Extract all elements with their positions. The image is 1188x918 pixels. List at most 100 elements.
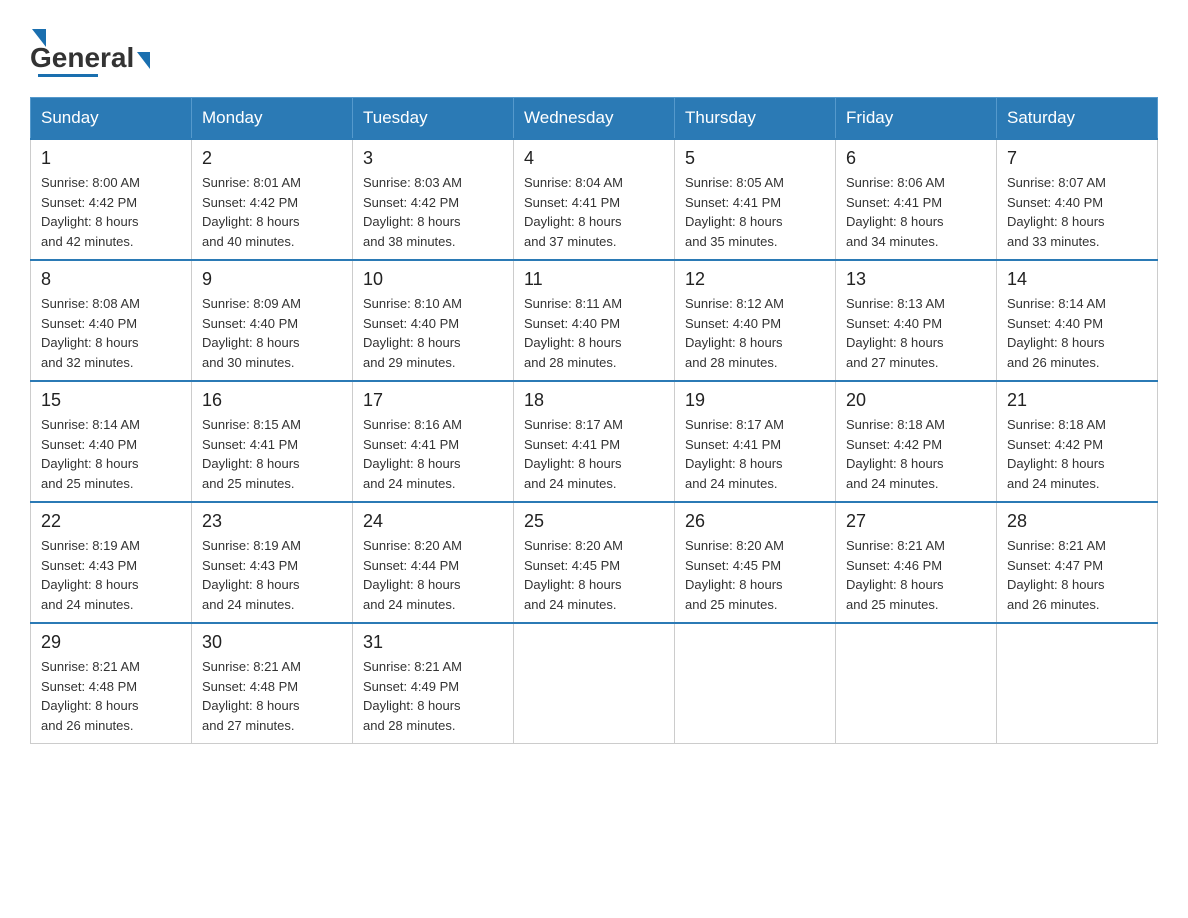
day-number: 28: [1007, 511, 1147, 532]
day-number: 14: [1007, 269, 1147, 290]
calendar-cell: 25Sunrise: 8:20 AMSunset: 4:45 PMDayligh…: [514, 502, 675, 623]
day-info: Sunrise: 8:19 AMSunset: 4:43 PMDaylight:…: [41, 536, 181, 614]
calendar-cell: 26 Sunrise: 8:20 AMSunset: 4:45 PMDayligh…: [675, 502, 836, 623]
week-row-3: 15Sunrise: 8:14 AMSunset: 4:40 PMDayligh…: [31, 381, 1158, 502]
calendar-cell: 5 Sunrise: 8:05 AMSunset: 4:41 PMDaylight…: [675, 139, 836, 260]
calendar-cell: 4 Sunrise: 8:04 AMSunset: 4:41 PMDaylight…: [514, 139, 675, 260]
day-info: Sunrise: 8:15 AMSunset: 4:41 PMDaylight:…: [202, 415, 342, 493]
day-number: 6: [846, 148, 986, 169]
calendar-cell: 23 Sunrise: 8:19 AMSunset: 4:43 PMDayligh…: [192, 502, 353, 623]
day-number: 30: [202, 632, 342, 653]
calendar-cell: 18Sunrise: 8:17 AMSunset: 4:41 PMDayligh…: [514, 381, 675, 502]
calendar-cell: 1 Sunrise: 8:00 AMSunset: 4:42 PMDaylight…: [31, 139, 192, 260]
day-number: 24: [363, 511, 503, 532]
calendar-cell: [675, 623, 836, 744]
calendar-table: SundayMondayTuesdayWednesdayThursdayFrid…: [30, 97, 1158, 744]
day-info: Sunrise: 8:10 AMSunset: 4:40 PMDaylight:…: [363, 294, 503, 372]
day-info: Sunrise: 8:17 AMSunset: 4:41 PMDaylight:…: [524, 415, 664, 493]
day-number: 5: [685, 148, 825, 169]
day-number: 12: [685, 269, 825, 290]
day-info: Sunrise: 8:03 AMSunset: 4:42 PMDaylight:…: [363, 173, 503, 251]
day-number: 2: [202, 148, 342, 169]
calendar-cell: 21Sunrise: 8:18 AMSunset: 4:42 PMDayligh…: [997, 381, 1158, 502]
calendar-cell: 8Sunrise: 8:08 AMSunset: 4:40 PMDaylight…: [31, 260, 192, 381]
day-number: 16: [202, 390, 342, 411]
day-number: 11: [524, 269, 664, 290]
page-header: General: [30, 20, 1158, 77]
col-header-friday: Friday: [836, 98, 997, 140]
calendar-cell: 3 Sunrise: 8:03 AMSunset: 4:42 PMDaylight…: [353, 139, 514, 260]
calendar-cell: 15Sunrise: 8:14 AMSunset: 4:40 PMDayligh…: [31, 381, 192, 502]
calendar-cell: 12 Sunrise: 8:12 AMSunset: 4:40 PMDayligh…: [675, 260, 836, 381]
day-info: Sunrise: 8:04 AMSunset: 4:41 PMDaylight:…: [524, 173, 664, 251]
day-number: 19: [685, 390, 825, 411]
day-number: 26: [685, 511, 825, 532]
day-number: 22: [41, 511, 181, 532]
calendar-cell: 29Sunrise: 8:21 AMSunset: 4:48 PMDayligh…: [31, 623, 192, 744]
col-header-saturday: Saturday: [997, 98, 1158, 140]
day-info: Sunrise: 8:21 AMSunset: 4:46 PMDaylight:…: [846, 536, 986, 614]
day-info: Sunrise: 8:20 AMSunset: 4:45 PMDaylight:…: [685, 536, 825, 614]
day-info: Sunrise: 8:16 AMSunset: 4:41 PMDaylight:…: [363, 415, 503, 493]
calendar-cell: 31 Sunrise: 8:21 AMSunset: 4:49 PMDayligh…: [353, 623, 514, 744]
col-header-tuesday: Tuesday: [353, 98, 514, 140]
col-header-thursday: Thursday: [675, 98, 836, 140]
day-info: Sunrise: 8:05 AMSunset: 4:41 PMDaylight:…: [685, 173, 825, 251]
calendar-cell: 14 Sunrise: 8:14 AMSunset: 4:40 PMDayligh…: [997, 260, 1158, 381]
day-number: 23: [202, 511, 342, 532]
col-header-wednesday: Wednesday: [514, 98, 675, 140]
day-info: Sunrise: 8:08 AMSunset: 4:40 PMDaylight:…: [41, 294, 181, 372]
logo-chevron-icon: [137, 52, 150, 69]
day-info: Sunrise: 8:21 AMSunset: 4:47 PMDaylight:…: [1007, 536, 1147, 614]
calendar-cell: 30 Sunrise: 8:21 AMSunset: 4:48 PMDayligh…: [192, 623, 353, 744]
day-info: Sunrise: 8:00 AMSunset: 4:42 PMDaylight:…: [41, 173, 181, 251]
day-info: Sunrise: 8:06 AMSunset: 4:41 PMDaylight:…: [846, 173, 986, 251]
day-info: Sunrise: 8:11 AMSunset: 4:40 PMDaylight:…: [524, 294, 664, 372]
day-info: Sunrise: 8:14 AMSunset: 4:40 PMDaylight:…: [1007, 294, 1147, 372]
day-info: Sunrise: 8:21 AMSunset: 4:49 PMDaylight:…: [363, 657, 503, 735]
calendar-cell: 20Sunrise: 8:18 AMSunset: 4:42 PMDayligh…: [836, 381, 997, 502]
day-info: Sunrise: 8:19 AMSunset: 4:43 PMDaylight:…: [202, 536, 342, 614]
col-header-sunday: Sunday: [31, 98, 192, 140]
calendar-cell: 13Sunrise: 8:13 AMSunset: 4:40 PMDayligh…: [836, 260, 997, 381]
logo-general-2: General: [30, 42, 134, 74]
calendar-cell: 16 Sunrise: 8:15 AMSunset: 4:41 PMDayligh…: [192, 381, 353, 502]
day-number: 17: [363, 390, 503, 411]
calendar-cell: [997, 623, 1158, 744]
calendar-cell: 6 Sunrise: 8:06 AMSunset: 4:41 PMDaylight…: [836, 139, 997, 260]
day-number: 3: [363, 148, 503, 169]
week-row-2: 8Sunrise: 8:08 AMSunset: 4:40 PMDaylight…: [31, 260, 1158, 381]
col-header-monday: Monday: [192, 98, 353, 140]
logo-underline: [38, 74, 98, 77]
day-number: 31: [363, 632, 503, 653]
day-info: Sunrise: 8:21 AMSunset: 4:48 PMDaylight:…: [202, 657, 342, 735]
day-number: 7: [1007, 148, 1147, 169]
week-row-1: 1 Sunrise: 8:00 AMSunset: 4:42 PMDaylight…: [31, 139, 1158, 260]
day-info: Sunrise: 8:20 AMSunset: 4:44 PMDaylight:…: [363, 536, 503, 614]
day-info: Sunrise: 8:09 AMSunset: 4:40 PMDaylight:…: [202, 294, 342, 372]
calendar-cell: [514, 623, 675, 744]
logo: General: [30, 20, 150, 77]
calendar-cell: 27 Sunrise: 8:21 AMSunset: 4:46 PMDayligh…: [836, 502, 997, 623]
calendar-cell: [836, 623, 997, 744]
day-number: 1: [41, 148, 181, 169]
day-info: Sunrise: 8:20 AMSunset: 4:45 PMDaylight:…: [524, 536, 664, 614]
calendar-cell: 17 Sunrise: 8:16 AMSunset: 4:41 PMDayligh…: [353, 381, 514, 502]
day-info: Sunrise: 8:18 AMSunset: 4:42 PMDaylight:…: [846, 415, 986, 493]
day-number: 4: [524, 148, 664, 169]
calendar-cell: 11 Sunrise: 8:11 AMSunset: 4:40 PMDayligh…: [514, 260, 675, 381]
day-info: Sunrise: 8:14 AMSunset: 4:40 PMDaylight:…: [41, 415, 181, 493]
day-info: Sunrise: 8:21 AMSunset: 4:48 PMDaylight:…: [41, 657, 181, 735]
week-row-4: 22 Sunrise: 8:19 AMSunset: 4:43 PMDayligh…: [31, 502, 1158, 623]
day-number: 27: [846, 511, 986, 532]
calendar-cell: 2Sunrise: 8:01 AMSunset: 4:42 PMDaylight…: [192, 139, 353, 260]
day-info: Sunrise: 8:12 AMSunset: 4:40 PMDaylight:…: [685, 294, 825, 372]
calendar-cell: 9 Sunrise: 8:09 AMSunset: 4:40 PMDaylight…: [192, 260, 353, 381]
calendar-cell: 22 Sunrise: 8:19 AMSunset: 4:43 PMDayligh…: [31, 502, 192, 623]
day-number: 9: [202, 269, 342, 290]
calendar-cell: 10Sunrise: 8:10 AMSunset: 4:40 PMDayligh…: [353, 260, 514, 381]
calendar-cell: 7Sunrise: 8:07 AMSunset: 4:40 PMDaylight…: [997, 139, 1158, 260]
day-number: 21: [1007, 390, 1147, 411]
calendar-cell: 24 Sunrise: 8:20 AMSunset: 4:44 PMDayligh…: [353, 502, 514, 623]
day-number: 13: [846, 269, 986, 290]
